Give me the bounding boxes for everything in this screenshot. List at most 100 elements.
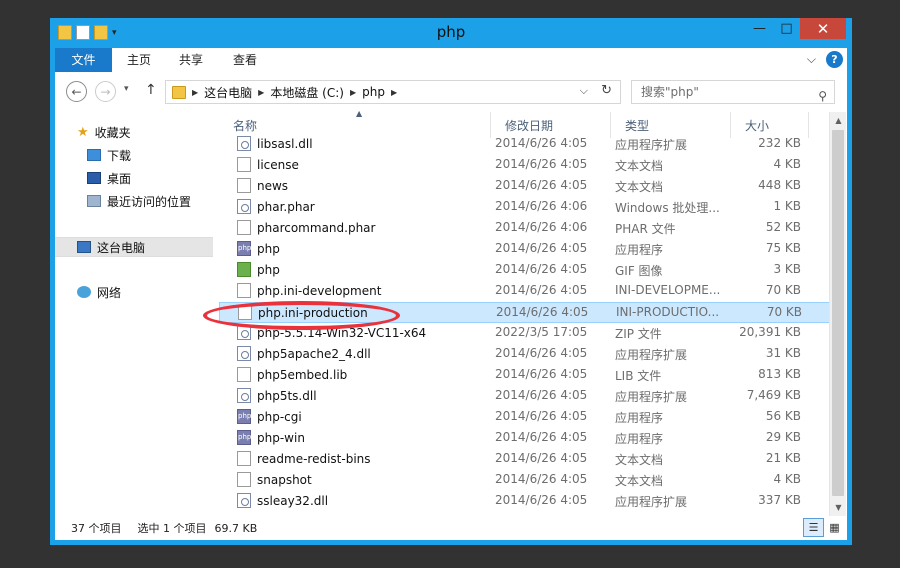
file-name: snapshot: [257, 472, 312, 487]
file-name-cell: news: [237, 178, 477, 193]
nav-item-desktop[interactable]: 桌面: [55, 168, 213, 188]
address-bar[interactable]: ▶ 这台电脑 ▶ 本地磁盘 (C:) ▶ php ▶ ⌵ ↻: [165, 80, 621, 104]
forward-button[interactable]: →: [95, 81, 116, 102]
file-name: php.ini-development: [257, 283, 382, 298]
file-size: 1 KB: [773, 199, 801, 213]
help-icon[interactable]: ?: [826, 51, 843, 68]
refresh-icon[interactable]: ↻: [601, 83, 612, 98]
file-size: 3 KB: [773, 262, 801, 276]
file-name-cell: license: [237, 157, 477, 172]
search-icon[interactable]: ⚲: [818, 85, 827, 107]
file-name-cell: php: [237, 262, 477, 277]
file-size: 232 KB: [758, 136, 801, 150]
file-row[interactable]: php.ini-production 2014/6/26 4:05 INI-PROD…: [219, 302, 844, 323]
zip-file-icon: [237, 325, 251, 340]
file-date: 2014/6/26 4:05: [495, 430, 588, 444]
file-row[interactable]: php 2014/6/26 4:05 应用程序 75 KB: [219, 239, 844, 260]
file-row[interactable]: news 2014/6/26 4:05 文本文档 448 KB: [219, 176, 844, 197]
search-placeholder: 搜索"php": [641, 85, 699, 99]
file-name: php5embed.lib: [257, 367, 348, 382]
php-exe-icon: [237, 241, 251, 256]
scroll-up-icon[interactable]: ▲: [830, 112, 847, 129]
file-row[interactable]: readme-redist-bins 2014/6/26 4:05 文本文档 21 K…: [219, 449, 844, 470]
vertical-scrollbar[interactable]: ▲ ▼: [829, 112, 846, 516]
file-row[interactable]: php5apache2_4.dll 2014/6/26 4:05 应用程序扩展 31 …: [219, 344, 844, 365]
file-name-cell: php5ts.dll: [237, 388, 477, 403]
file-name: phar.phar: [257, 199, 315, 214]
minimize-button[interactable]: —: [746, 18, 773, 39]
file-row[interactable]: php-5.5.14-Win32-VC11-x64 2022/3/5 17:05 Z…: [219, 323, 844, 344]
php-exe-icon: [237, 430, 251, 445]
file-size: 31 KB: [765, 346, 801, 360]
tab-share[interactable]: 共享: [169, 48, 213, 72]
file-date: 2014/6/26 4:05: [495, 451, 588, 465]
php-exe-icon: [237, 409, 251, 424]
scroll-down-icon[interactable]: ▼: [830, 499, 847, 516]
details-view-icon[interactable]: ☰: [803, 518, 824, 537]
file-row[interactable]: ssleay32.dll 2014/6/26 4:05 应用程序扩展 337 KB: [219, 491, 844, 512]
file-name-cell: libsasl.dll: [237, 136, 477, 151]
file-type: GIF 图像: [615, 264, 663, 278]
file-date: 2014/6/26 4:05: [495, 367, 588, 381]
file-name-cell: snapshot: [237, 472, 477, 487]
file-name-cell: php: [237, 241, 477, 256]
tab-home[interactable]: 主页: [117, 48, 161, 72]
chevron-right-icon: ▶: [390, 87, 398, 97]
file-size: 7,469 KB: [746, 388, 801, 402]
maximize-button[interactable]: □: [773, 18, 800, 39]
up-button[interactable]: ↑: [145, 82, 157, 98]
file-size: 4 KB: [773, 472, 801, 486]
breadcrumb-php[interactable]: php: [362, 85, 385, 99]
file-row[interactable]: php-cgi 2014/6/26 4:05 应用程序 56 KB: [219, 407, 844, 428]
file-size: 20,391 KB: [739, 325, 801, 339]
file-size: 813 KB: [758, 367, 801, 381]
file-row[interactable]: license 2014/6/26 4:05 文本文档 4 KB: [219, 155, 844, 176]
nav-item-favorites[interactable]: ★ 收藏夹: [55, 122, 213, 142]
file-row[interactable]: phar.phar 2014/6/26 4:06 Windows 批处理... 1 K…: [219, 197, 844, 218]
dll-icon: [237, 493, 251, 508]
nav-item-downloads[interactable]: 下载: [55, 145, 213, 165]
nav-item-label: 下载: [107, 148, 132, 163]
file-row[interactable]: pharcommand.phar 2014/6/26 4:06 PHAR 文件 52 …: [219, 218, 844, 239]
file-type: INI-DEVELOPME...: [615, 283, 721, 297]
file-name-cell: php5embed.lib: [237, 367, 477, 382]
search-input[interactable]: 搜索"php" ⚲: [631, 80, 835, 104]
file-size: 56 KB: [765, 409, 801, 423]
nav-item-recent[interactable]: 最近访问的位置: [55, 191, 213, 211]
nav-item-network[interactable]: 网络: [55, 282, 213, 302]
status-bar: 37 个项目 选中 1 个项目 69.7 KB ☰ ▦: [55, 516, 847, 540]
file-row[interactable]: snapshot 2014/6/26 4:05 文本文档 4 KB: [219, 470, 844, 491]
tab-view[interactable]: 查看: [223, 48, 267, 72]
file-row[interactable]: php5ts.dll 2014/6/26 4:05 应用程序扩展 7,469 KB: [219, 386, 844, 407]
file-row[interactable]: php 2014/6/26 4:05 GIF 图像 3 KB: [219, 260, 844, 281]
back-button[interactable]: ←: [66, 81, 87, 102]
star-icon: ★: [77, 124, 89, 140]
nav-item-this-pc[interactable]: 这台电脑: [55, 237, 213, 257]
file-name-cell: ssleay32.dll: [237, 493, 477, 508]
file-row[interactable]: libsasl.dll 2014/6/26 4:05 应用程序扩展 232 KB: [219, 134, 844, 155]
file-name-cell: php-cgi: [237, 409, 477, 424]
large-icons-view-icon[interactable]: ▦: [824, 518, 845, 537]
ribbon-right: ⌵ ?: [807, 51, 843, 68]
explorer-window: ▾ php — □ ✕ 文件 主页 共享 查看 ⌵ ? ← → ▾ ↑ ▶ 这台…: [50, 18, 852, 545]
file-list: ▲ 名称 修改日期 类型 大小 libsasl.dll 2014/6/26 4:0…: [219, 109, 846, 516]
breadcrumb-computer[interactable]: 这台电脑: [204, 84, 252, 101]
address-dropdown-icon[interactable]: ⌵: [580, 84, 588, 98]
nav-item-label: 桌面: [107, 171, 132, 186]
breadcrumb-drive[interactable]: 本地磁盘 (C:): [270, 84, 344, 101]
recent-locations-icon[interactable]: ▾: [124, 84, 129, 94]
file-row[interactable]: php-win 2014/6/26 4:05 应用程序 29 KB: [219, 428, 844, 449]
recent-places-icon: [87, 195, 101, 207]
file-name: pharcommand.phar: [257, 220, 376, 235]
file-name: php5ts.dll: [257, 388, 317, 403]
expand-ribbon-icon[interactable]: ⌵: [807, 52, 816, 67]
file-name: readme-redist-bins: [257, 451, 371, 466]
file-name: php.ini-production: [258, 305, 368, 320]
file-row[interactable]: php.ini-development 2014/6/26 4:05 INI-DEV…: [219, 281, 844, 302]
scroll-thumb[interactable]: [832, 130, 844, 496]
close-button[interactable]: ✕: [800, 18, 846, 39]
column-size-label: 大小: [745, 118, 770, 133]
file-type: 应用程序扩展: [615, 348, 688, 362]
file-row[interactable]: php5embed.lib 2014/6/26 4:05 LIB 文件 813 KB: [219, 365, 844, 386]
tab-file[interactable]: 文件: [55, 48, 112, 72]
